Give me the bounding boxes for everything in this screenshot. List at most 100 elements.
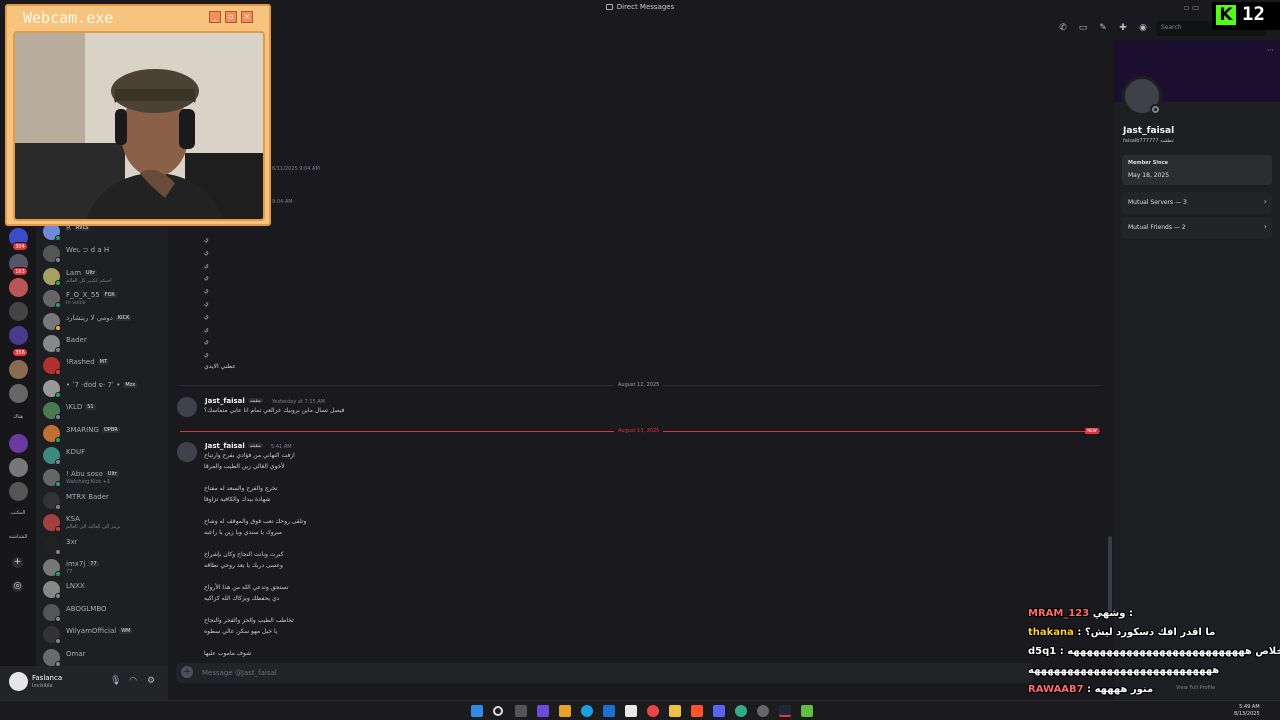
edge-icon[interactable] [581,705,593,717]
add-friends-icon[interactable]: ✚ [1117,22,1129,34]
friend-name-text: !Rashed [66,358,95,367]
settings-gear-icon[interactable]: ⚙ [146,676,156,686]
user-profile-icon[interactable]: ◉ [1137,22,1149,34]
outlook-icon[interactable] [603,705,615,717]
member-since-card: Member Since May 18, 2025 [1122,155,1272,185]
friend-tag: Ultr [105,471,119,478]
add-server-icon[interactable]: + [12,557,23,568]
stream-chat-message: ههههههههههههههههههههههههههههه [1028,665,1219,676]
pin-icon[interactable]: ✎ [1097,22,1109,34]
status-dot-icon [55,436,61,443]
dm-friend-item[interactable]: ! Abu soso Ultr Watching Kick +1 [43,468,167,488]
friend-tag: FOX [102,292,117,299]
status-dot-icon [55,571,61,577]
dm-friend-item[interactable]: KSA يرمز الى العاليه الى العالم [43,513,167,533]
brave-icon[interactable] [691,705,703,717]
server-icon[interactable] [9,384,28,403]
friend-name: 3xr [66,538,77,546]
webcam-overlay: Webcam.exe _ ▫ × [5,4,271,226]
app-icon[interactable] [757,705,769,717]
message-line: لأخوي الغالي زين الطيب والمرقا [204,463,285,470]
friend-activity: Watching Kick +1 [66,479,111,486]
taskbar: 5:49 AM 8/13/2025 [0,700,1280,720]
dm-friend-item[interactable]: Weʟ ⊃ d a H [43,244,167,264]
mutual-friends-row[interactable]: Mutual Friends — 2 › [1122,217,1272,239]
status-dot-icon [55,638,61,645]
server-icon[interactable] [9,360,28,379]
message-avatar[interactable] [177,442,197,462]
author-name[interactable]: Jast_faisal [205,397,245,405]
dm-friend-item[interactable]: KDUF [43,446,167,466]
friend-name: \KLD S1 [66,403,96,411]
dm-friend-item[interactable]: ABOGLMBO [43,603,167,623]
microphone-icon[interactable]: 🎙 [110,676,121,686]
attach-plus-icon[interactable]: + [181,666,193,678]
task-view-icon[interactable] [515,705,527,717]
dm-friend-item[interactable]: \KLD S1 [43,401,167,421]
profile-display-name: Jast_faisal [1123,126,1175,136]
profile-options-icon[interactable]: ⋯ [1267,46,1274,54]
headphones-icon[interactable]: ◠ [128,676,138,686]
chat-scrollbar[interactable] [1108,536,1112,616]
user-avatar[interactable] [9,672,28,691]
author-name[interactable]: Jast_faisal [205,442,245,450]
friend-name: 3MARING OPBR [66,426,120,434]
server-label[interactable]: المكتب [4,510,32,516]
view-full-profile-link[interactable]: View Full Profile [1176,685,1215,691]
server-icon[interactable] [9,326,28,345]
message-author[interactable]: Jast_faisal عطشه [205,397,264,405]
server-icon[interactable] [9,434,28,453]
mutual-servers-row[interactable]: Mutual Servers — 3 › [1122,192,1272,214]
message-line: ي [204,300,209,307]
dm-friend-item[interactable]: F_O_X_55 FOX In voice [43,289,167,309]
app-icon[interactable] [801,705,813,717]
dm-friend-item[interactable]: 3xr [43,536,167,556]
dm-friend-item[interactable]: دومي لا ريتشارد KICK [43,312,167,332]
server-icon[interactable] [9,302,28,321]
dm-friend-item[interactable]: !Rashed MT [43,356,167,376]
app-icon[interactable] [735,705,747,717]
message-avatar[interactable] [177,397,197,417]
dm-friend-item[interactable]: WilyamOfficial WM [43,625,167,645]
voice-call-icon[interactable]: ✆ [1057,22,1069,34]
windows-start-icon[interactable] [471,705,483,717]
dm-friend-item[interactable]: Bader [43,334,167,354]
search-icon[interactable] [493,706,503,716]
dm-friend-item[interactable]: MTRX Bader [43,491,167,511]
dm-friend-item[interactable]: imx7j 77 77 [43,558,167,578]
kick-logo-icon: K [1216,5,1236,25]
discover-icon[interactable]: ◎ [12,581,23,592]
dm-friend-item[interactable]: 3MARING OPBR [43,424,167,444]
server-label[interactable]: الشتاشنه [4,534,32,540]
dm-friend-item[interactable]: LNXX [43,580,167,600]
teams-icon[interactable] [537,705,549,717]
store-icon[interactable] [625,705,637,717]
dm-friend-item[interactable]: Lam Ultr احبكم ككتير كل العالم [43,267,167,287]
friend-name-text: دومي لا ريتشارد [66,313,113,322]
video-call-icon[interactable]: ▭ [1077,22,1089,34]
server-icon[interactable] [9,482,28,501]
friend-name: MTRX Bader [66,493,109,501]
status-dot-icon [55,615,61,622]
message-author[interactable]: Jast_faisal عطشه [205,442,264,450]
dm-friend-item[interactable]: Omar [43,648,167,668]
file-explorer-icon[interactable] [669,705,681,717]
profile-avatar[interactable] [1122,76,1162,116]
dm-friend-item[interactable]: • ʾ7 ·dod ɐ· 7ʿ • Mzx [43,379,167,399]
window-minimize-icon[interactable]: ▫ ▭ [1184,3,1200,12]
discord-icon[interactable] [713,705,725,717]
member-since-label: Member Since [1128,160,1168,166]
steam-icon[interactable] [779,705,791,717]
message-line: تخرج والفرح والسعد له مفتاح [204,485,278,492]
app-icon[interactable] [559,705,571,717]
server-label[interactable]: هناك [4,414,32,420]
chrome-icon[interactable] [647,705,659,717]
chat-text: ههههههههههههههههههههههههههههه [1028,665,1220,676]
server-icon[interactable] [9,278,28,297]
chat-username: MRAM_123 [1028,608,1090,619]
message-input[interactable] [202,666,802,680]
date-divider-label: August 12, 2025 [614,382,664,388]
clock[interactable]: 5:49 AM 8/13/2025 [1234,704,1260,718]
friend-name-text: ABOGLMBO [66,604,107,613]
server-icon[interactable] [9,458,28,477]
